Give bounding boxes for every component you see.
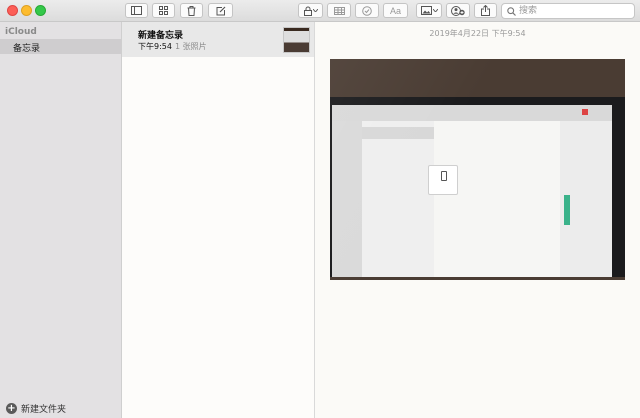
plus-circle-icon: + [6, 403, 17, 414]
minimize-window-button[interactable] [21, 5, 32, 16]
compose-icon [216, 6, 225, 15]
sidebar-account-header: iCloud [5, 27, 37, 37]
sidebar-toggle-button[interactable] [125, 3, 148, 18]
note-thumbnail [283, 27, 310, 53]
note-attachment-count: 1 张照片 [174, 42, 207, 51]
note-photo-attachment[interactable] [330, 59, 625, 280]
new-folder-label: 新建文件夹 [21, 405, 67, 415]
note-title: 新建备忘录 [138, 31, 184, 41]
photo-icon [420, 6, 432, 15]
note-time: 下午9:54 [138, 42, 172, 51]
photo-glare [330, 59, 625, 280]
gallery-view-button[interactable] [152, 3, 175, 18]
notes-window: Aa 搜索 iCloud 备忘录 + 新建文件夹 新建备忘录 下午9:54 1 … [0, 0, 640, 418]
trash-icon [187, 5, 196, 16]
table-button[interactable] [327, 3, 351, 18]
lock-icon [303, 6, 312, 16]
search-input[interactable] [519, 4, 629, 18]
close-window-button[interactable] [7, 5, 18, 16]
sidebar-folder-notes[interactable]: 备忘录 [0, 39, 121, 54]
chevron-down-icon [432, 9, 438, 12]
chevron-down-icon [312, 9, 318, 12]
search-field[interactable] [501, 3, 635, 19]
format-button[interactable]: Aa [383, 3, 408, 18]
note-date: 2019年4月22日 下午9:54 [429, 29, 526, 38]
delete-button[interactable] [180, 3, 203, 18]
search-icon [507, 6, 516, 16]
new-folder-button[interactable]: + 新建文件夹 [6, 402, 66, 415]
note-meta: 下午9:54 1 张照片 [138, 41, 207, 52]
share-icon [481, 5, 490, 16]
table-icon [333, 6, 345, 15]
collaborate-button[interactable] [446, 3, 470, 18]
note-list: 新建备忘录 下午9:54 1 张照片 [122, 22, 315, 418]
zoom-window-button[interactable] [35, 5, 46, 16]
checklist-button[interactable] [355, 3, 379, 18]
sidebar-folder-label: 备忘录 [13, 44, 41, 54]
media-button[interactable] [416, 3, 442, 18]
compose-button[interactable] [208, 3, 233, 18]
lock-button[interactable] [298, 3, 323, 18]
format-icon: Aa [389, 5, 401, 16]
toolbar: Aa [0, 0, 640, 22]
sidebar-icon [131, 6, 142, 15]
add-people-icon [451, 5, 465, 16]
note-list-item[interactable]: 新建备忘录 下午9:54 1 张照片 [122, 22, 314, 57]
checkmark-circle-icon [362, 5, 372, 16]
sidebar: iCloud 备忘录 + 新建文件夹 [0, 22, 122, 418]
grid-icon [159, 6, 168, 15]
share-button[interactable] [474, 3, 497, 18]
note-editor[interactable]: 2019年4月22日 下午9:54 [315, 22, 640, 418]
